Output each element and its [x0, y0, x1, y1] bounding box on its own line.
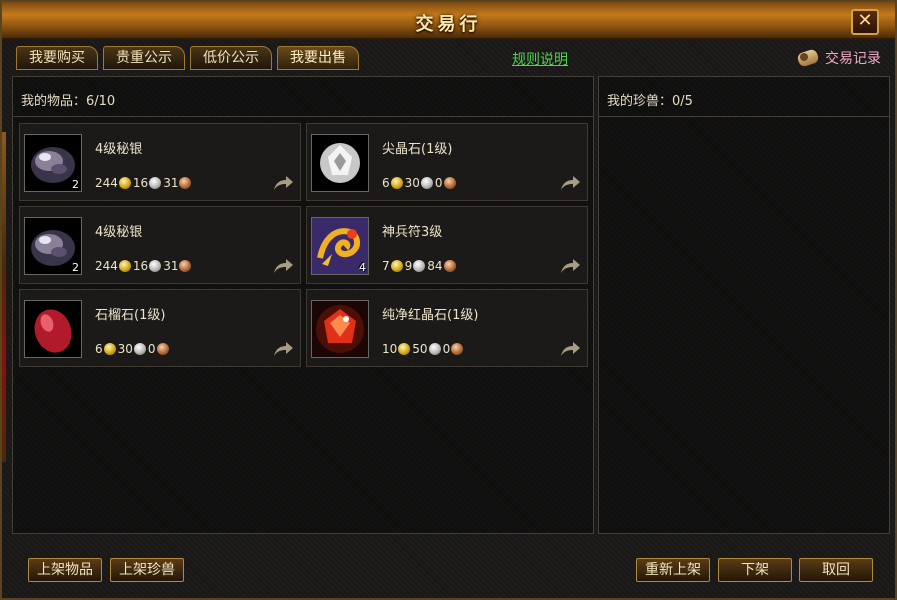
tab-bar: 我要购买 贵重公示 低价公示 我要出售: [16, 46, 359, 72]
stack-count: 4: [359, 261, 366, 274]
trade-records-button[interactable]: 交易记录: [796, 47, 881, 69]
item-card[interactable]: 纯净红晶石(1级) 10 50 0: [306, 289, 588, 367]
share-arrow-icon[interactable]: [272, 257, 294, 275]
silver-amount: 50: [412, 342, 428, 356]
copper-coin-icon: [156, 343, 169, 355]
copper-amount: 31: [163, 259, 179, 273]
gold-amount: 244: [95, 176, 118, 190]
scroll-icon: [796, 47, 822, 69]
window-title: 交易行: [415, 14, 482, 35]
gold-coin-icon: [398, 343, 411, 355]
stack-count: 2: [72, 261, 79, 274]
copper-amount: 31: [163, 176, 179, 190]
item-price: 244 16 31: [95, 176, 193, 190]
copper-coin-icon: [443, 260, 456, 272]
gold-coin-icon: [390, 260, 403, 272]
trade-window: 交易行 ✕ 我要购买 贵重公示 低价公示 我要出售 规则说明 交易记录 我的物品…: [0, 0, 897, 600]
item-card[interactable]: 4 神兵符3级 7 9 84: [306, 206, 588, 284]
relist-button[interactable]: 重新上架: [636, 558, 710, 582]
title-bar: 交易行 ✕: [2, 2, 895, 40]
gold-coin-icon: [118, 177, 131, 189]
retrieve-button[interactable]: 取回: [799, 558, 873, 582]
gold-coin-icon: [390, 177, 403, 189]
share-arrow-icon[interactable]: [272, 174, 294, 192]
share-arrow-icon[interactable]: [559, 340, 581, 358]
garnet-gem-icon: [24, 300, 82, 358]
item-card[interactable]: 2 4级秘银 244 16 31: [19, 206, 301, 284]
item-price: 6 30 0: [95, 342, 171, 356]
tab-sell[interactable]: 我要出售: [277, 46, 359, 70]
gold-amount: 6: [95, 342, 103, 356]
gold-coin-icon: [103, 343, 116, 355]
copper-amount: 0: [147, 342, 156, 356]
item-price: 10 50 0: [382, 342, 465, 356]
red-crystal-icon: [311, 300, 369, 358]
trade-records-label: 交易记录: [825, 51, 881, 67]
tab-buy[interactable]: 我要购买: [16, 46, 98, 70]
copper-amount: 0: [434, 176, 443, 190]
silver-coin-icon: [428, 343, 441, 355]
item-name: 尖晶石(1级): [382, 142, 453, 157]
my-pets-panel: 我的珍兽：0/5: [598, 76, 890, 534]
item-price: 244 16 31: [95, 259, 193, 273]
silver-coin-icon: [149, 177, 162, 189]
item-price: 7 9 84: [382, 259, 458, 273]
silver-amount: 30: [117, 342, 133, 356]
mithril-ore-icon: 2: [24, 134, 82, 192]
tab-low-price-notice[interactable]: 低价公示: [190, 46, 272, 70]
item-name: 石榴石(1级): [95, 308, 166, 323]
delist-button[interactable]: 下架: [718, 558, 792, 582]
stack-count: 2: [72, 178, 79, 191]
item-card[interactable]: 2 4级秘银 244 16 31: [19, 123, 301, 201]
item-name: 神兵符3级: [382, 225, 443, 240]
gold-amount: 10: [382, 342, 398, 356]
mithril-ore-icon: 2: [24, 217, 82, 275]
copper-amount: 84: [427, 259, 443, 273]
silver-amount: 30: [404, 176, 420, 190]
gold-amount: 244: [95, 259, 118, 273]
tab-valuable-notice[interactable]: 贵重公示: [103, 46, 185, 70]
copper-coin-icon: [451, 343, 464, 355]
rules-link[interactable]: 规则说明: [512, 49, 568, 69]
silver-amount: 9: [404, 259, 413, 273]
share-arrow-icon[interactable]: [559, 257, 581, 275]
my-pets-header: 我的珍兽：0/5: [599, 77, 889, 117]
silver-coin-icon: [133, 343, 146, 355]
silver-coin-icon: [420, 177, 433, 189]
copper-amount: 0: [442, 342, 451, 356]
item-name: 纯净红晶石(1级): [382, 308, 479, 323]
gold-amount: 7: [382, 259, 390, 273]
silver-coin-icon: [413, 260, 426, 272]
silver-amount: 16: [132, 176, 149, 190]
spinel-gem-icon: [311, 134, 369, 192]
item-card[interactable]: 石榴石(1级) 6 30 0: [19, 289, 301, 367]
window-edge-decoration: [2, 132, 6, 462]
silver-amount: 16: [132, 259, 149, 273]
my-items-header: 我的物品：6/10: [13, 77, 593, 117]
list-item-button[interactable]: 上架物品: [28, 558, 102, 582]
copper-coin-icon: [179, 260, 192, 272]
close-button[interactable]: ✕: [851, 9, 879, 35]
share-arrow-icon[interactable]: [559, 174, 581, 192]
item-name: 4级秘银: [95, 142, 143, 157]
silver-coin-icon: [149, 260, 162, 272]
dragon-talisman-icon: 4: [311, 217, 369, 275]
item-card[interactable]: 尖晶石(1级) 6 30 0: [306, 123, 588, 201]
gold-amount: 6: [382, 176, 390, 190]
item-price: 6 30 0: [382, 176, 458, 190]
copper-coin-icon: [443, 177, 456, 189]
copper-coin-icon: [179, 177, 192, 189]
item-name: 4级秘银: [95, 225, 143, 240]
list-pet-button[interactable]: 上架珍兽: [110, 558, 184, 582]
gold-coin-icon: [118, 260, 131, 272]
share-arrow-icon[interactable]: [272, 340, 294, 358]
